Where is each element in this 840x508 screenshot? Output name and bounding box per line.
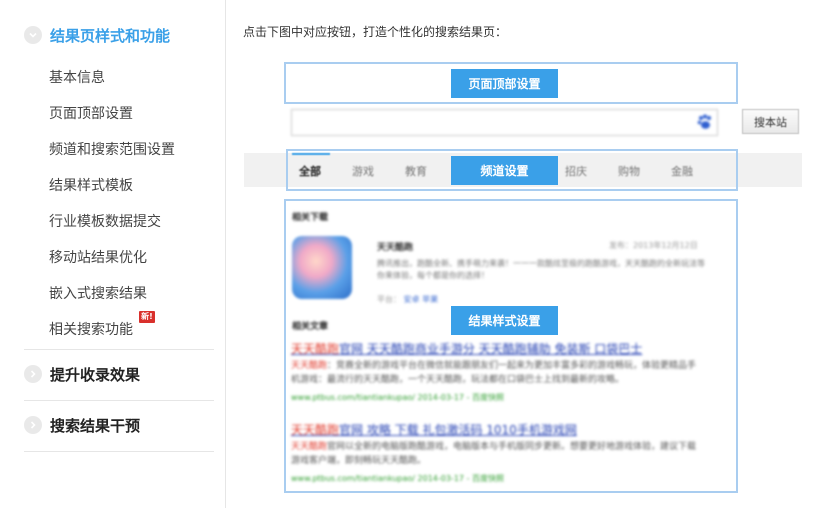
result-url[interactable]: www.ptbus.com/tiantiankupao/ 2014-03-17 … (291, 473, 504, 484)
intro-text: 点击下图中对应按钮，打造个性化的搜索结果页： (243, 25, 508, 39)
app-platform-label: 平台： (377, 295, 401, 304)
chevron-right-icon (24, 365, 42, 383)
sidebar-group-label: 结果页样式和功能 (50, 26, 171, 45)
sidebar-group-label: 提升收录效果 (50, 365, 141, 384)
app-date: 发布：2013年12月12日 (609, 241, 698, 250)
sidebar-group-improve-indexing[interactable]: 提升收录效果 (24, 362, 140, 386)
ios-link[interactable]: 苹果 (422, 295, 438, 304)
chevron-down-icon (24, 26, 42, 44)
result-desc-text: 官网以全新的电脑版跑酷游戏，电脑版本与手机版同步更新。想要更好地游戏体验，建议下… (291, 442, 697, 466)
result-title-highlight: 天天酷跑 (291, 423, 340, 437)
sidebar-divider (24, 451, 214, 452)
result-title[interactable]: 天天酷跑官网 攻略 下载 礼包激活码 1010手机游戏网 (291, 421, 577, 438)
sidebar-group-result-page-style[interactable]: 结果页样式和功能 (24, 23, 170, 47)
sidebar-item-mobile-result-optimize[interactable]: 移动站结果优化 (49, 248, 147, 268)
app-icon (292, 236, 352, 299)
result-title[interactable]: 天天酷跑官网 天天酷跑商业手游分 天天酷跑辅助 免装斯 口袋巴士 (291, 340, 642, 357)
sidebar-item-industry-template-data[interactable]: 行业模板数据提交 (49, 212, 161, 232)
related-download-heading: 相关下载 (292, 213, 329, 223)
app-meta: 平台： 安卓 苹果 (377, 294, 438, 305)
top-settings-button[interactable]: 页面顶部设置 (451, 69, 558, 98)
sidebar-item-embedded-search-results[interactable]: 嵌入式搜索结果 (49, 284, 147, 304)
result-title-text: 官网 天天酷跑商业手游分 天天酷跑辅助 免装斯 口袋巴士 (339, 342, 643, 356)
result-desc-highlight: 天天酷跑 (291, 361, 328, 371)
result-title-highlight: 天天酷跑 (291, 342, 340, 356)
related-articles-heading: 相关文章 (292, 322, 329, 332)
sidebar-divider (24, 349, 214, 350)
result-desc-text: ：竞赛全新的游戏平台在微信就能跟朋友们一起来为更加丰富多彩的游戏畅玩，体验更精品… (291, 361, 697, 385)
paw-icon (697, 114, 711, 129)
sidebar-item-result-style-template[interactable]: 结果样式模板 (49, 176, 133, 196)
chevron-right-icon (24, 416, 42, 434)
sidebar-group-label: 搜索结果干预 (50, 416, 141, 435)
app-description: 腾讯推出，跑酷全新、携手萌力来袭！一一一款酷炫至极的跑酷游戏，天天酷跑的全新玩法… (377, 259, 705, 280)
android-link[interactable]: 安卓 (404, 295, 420, 304)
sidebar-item-related-search[interactable]: 相关搜索功能 (49, 320, 133, 340)
result-title-text: 官网 攻略 下载 礼包激活码 1010手机游戏网 (339, 423, 577, 437)
sidebar-item-basic-info[interactable]: 基本信息 (49, 68, 105, 88)
channel-settings-button[interactable]: 频道设置 (451, 156, 558, 185)
result-description: 天天酷跑：竞赛全新的游戏平台在微信就能跟朋友们一起来为更加丰富多彩的游戏畅玩，体… (291, 359, 701, 387)
result-desc-highlight: 天天酷跑 (291, 442, 328, 452)
search-site-button[interactable]: 搜本站 (742, 109, 799, 134)
result-url[interactable]: www.ptbus.com/tiantiankupao/ 2014-03-17 … (291, 392, 504, 403)
app-title[interactable]: 天天酷跑 (377, 240, 413, 253)
search-input[interactable] (291, 109, 718, 136)
sidebar-group-search-intervention[interactable]: 搜索结果干预 (24, 413, 140, 437)
sidebar: 结果页样式和功能 基本信息 页面顶部设置 频道和搜索范围设置 结果样式模板 行业… (0, 0, 226, 508)
sidebar-item-channel-scope-settings[interactable]: 频道和搜索范围设置 (49, 140, 175, 160)
sidebar-divider (24, 400, 214, 401)
new-badge: 新! (139, 311, 155, 323)
sidebar-item-page-top-settings[interactable]: 页面顶部设置 (49, 104, 133, 124)
result-style-settings-button[interactable]: 结果样式设置 (451, 306, 558, 335)
result-description: 天天酷跑官网以全新的电脑版跑酷游戏，电脑版本与手机版同步更新。想要更好地游戏体验… (291, 440, 701, 468)
